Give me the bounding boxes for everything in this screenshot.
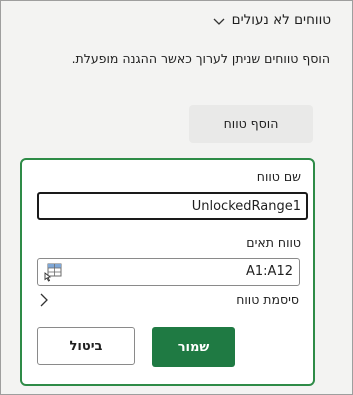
cell-range-value: A1:A12 — [246, 264, 293, 279]
unlocked-ranges-header[interactable]: טווחים לא נעולים — [211, 9, 331, 31]
save-button[interactable]: שמור — [152, 327, 235, 367]
chevron-right-icon — [40, 293, 48, 307]
range-editor-card: שם טווח טווח תאים A1:A12 סיסמת טווח שמור… — [20, 158, 315, 386]
add-range-button[interactable]: הוסף טווח — [189, 105, 313, 143]
range-password-toggle[interactable]: סיסמת טווח — [37, 289, 299, 311]
range-password-label: סיסמת טווח — [236, 292, 299, 307]
cell-range-input[interactable]: A1:A12 — [37, 258, 300, 286]
chevron-down-icon — [213, 18, 225, 25]
range-name-label: שם טווח — [256, 169, 301, 184]
cancel-button[interactable]: ביטול — [37, 327, 135, 365]
range-selector-icon[interactable] — [42, 262, 64, 282]
range-name-input[interactable] — [37, 192, 308, 220]
unlocked-ranges-pane: טווחים לא נעולים הוסף טווחים שניתן לערוך… — [0, 0, 353, 395]
section-description: הוסף טווחים שניתן לערוך כאשר ההגנה מופעל… — [71, 51, 330, 66]
cell-range-label: טווח תאים — [246, 235, 301, 250]
section-title: טווחים לא נעולים — [231, 12, 331, 28]
